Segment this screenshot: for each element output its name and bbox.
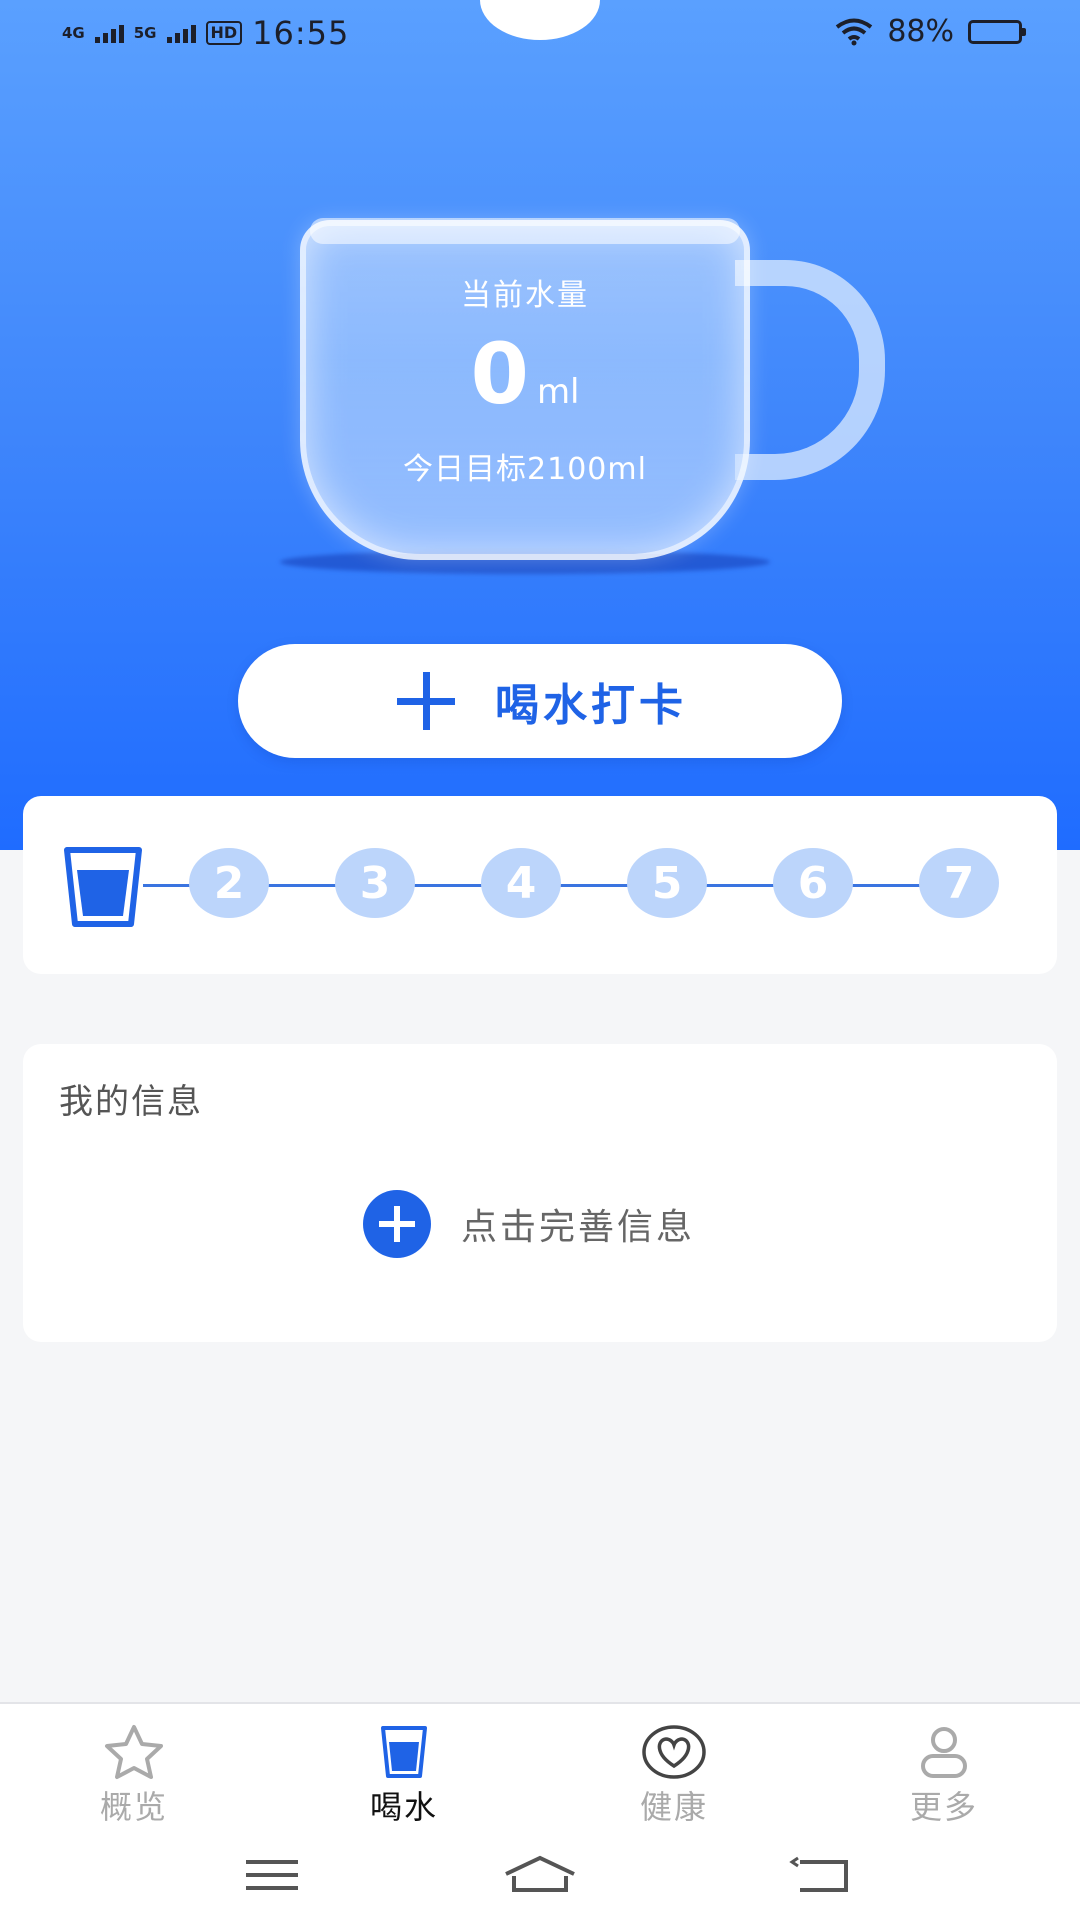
tab-label: 概览 xyxy=(99,1788,168,1826)
system-nav-bar xyxy=(0,1830,1080,1920)
clock: 16:55 xyxy=(252,14,350,52)
daily-goal: 今日目标2100ml xyxy=(403,452,647,487)
progress-step-4: 4 xyxy=(481,848,561,918)
tab-more[interactable]: 更多 xyxy=(854,1724,1034,1828)
drink-checkin-button[interactable]: 喝水打卡 xyxy=(238,644,842,758)
drink-progress-card: 234567 xyxy=(23,796,1057,974)
complete-info-button[interactable]: 点击完善信息 xyxy=(363,1190,695,1258)
current-water-label: 当前水量 xyxy=(461,278,589,313)
signal-icon xyxy=(94,23,124,43)
progress-step-2: 2 xyxy=(189,848,269,918)
home-icon[interactable] xyxy=(500,1850,580,1900)
battery-icon xyxy=(968,19,1026,44)
tab-label: 喝水 xyxy=(369,1788,438,1826)
status-bar: 4G 5G HD 16:55 88% xyxy=(0,0,1080,68)
signal-icon xyxy=(166,23,196,43)
progress-step-6: 6 xyxy=(773,848,853,918)
plus-circle-icon xyxy=(363,1190,431,1258)
back-icon[interactable] xyxy=(782,1850,862,1900)
cup-handle xyxy=(735,260,885,480)
progress-step-3: 3 xyxy=(335,848,415,918)
my-info-title: 我的信息 xyxy=(59,1082,203,1122)
star-icon xyxy=(105,1725,163,1779)
heart-icon xyxy=(642,1725,706,1779)
progress-step-5: 5 xyxy=(627,848,707,918)
wifi-icon xyxy=(836,18,873,45)
plus-icon xyxy=(397,672,455,730)
network-5g-label: 5G xyxy=(133,24,157,42)
user-icon xyxy=(921,1727,967,1778)
progress-step-7: 7 xyxy=(919,848,999,918)
cup-text: 当前水量 0 ml 今日目标2100ml xyxy=(300,270,750,488)
water-glass-icon xyxy=(64,847,142,927)
cup-rim xyxy=(310,218,740,244)
tab-health[interactable]: 健康 xyxy=(584,1724,764,1828)
network-4g-label: 4G xyxy=(62,24,85,42)
hd-badge: HD xyxy=(205,21,243,45)
bottom-tab-bar: 概览 喝水 健康 更多 xyxy=(0,1702,1080,1830)
water-cup: 当前水量 0 ml 今日目标2100ml xyxy=(280,210,900,580)
tab-label: 健康 xyxy=(639,1788,708,1826)
complete-info-label: 点击完善信息 xyxy=(461,1207,696,1248)
progress-track xyxy=(143,884,993,887)
water-amount-value: 0 xyxy=(470,325,529,423)
battery-percent: 88% xyxy=(887,14,954,49)
tab-drink[interactable]: 喝水 xyxy=(314,1724,494,1828)
tab-label: 更多 xyxy=(909,1788,978,1826)
current-water-amount: 0 ml xyxy=(300,332,750,416)
water-amount-unit: ml xyxy=(536,372,580,412)
tab-overview[interactable]: 概览 xyxy=(44,1724,224,1828)
menu-icon[interactable] xyxy=(232,1850,312,1900)
my-info-card: 我的信息 点击完善信息 xyxy=(23,1044,1057,1342)
checkin-label: 喝水打卡 xyxy=(495,680,687,731)
water-glass-icon xyxy=(381,1726,427,1778)
